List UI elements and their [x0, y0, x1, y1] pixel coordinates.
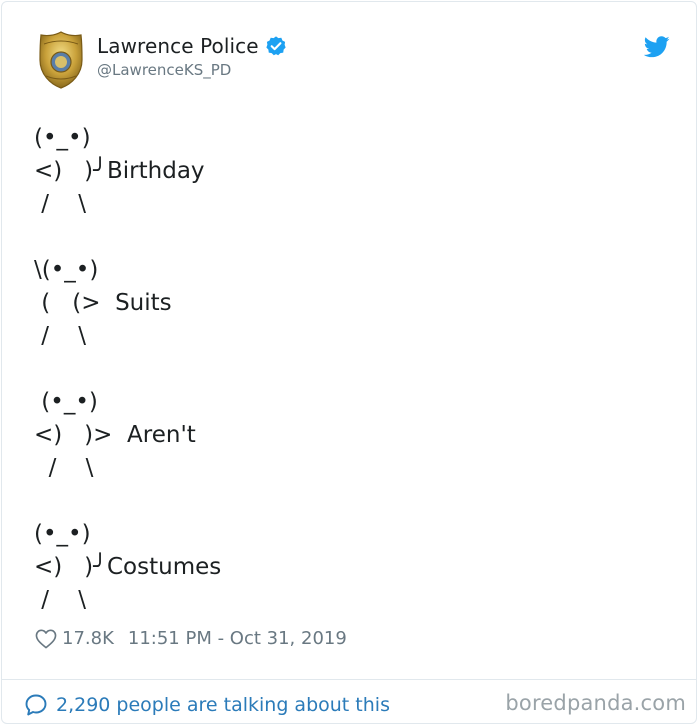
display-name[interactable]: Lawrence Police [97, 34, 259, 58]
speech-bubble-icon [25, 694, 47, 716]
tweet-timestamp[interactable]: 11:51 PM - Oct 31, 2019 [128, 628, 347, 649]
twitter-bird-icon[interactable] [644, 36, 670, 58]
divider [2, 679, 696, 680]
like-count[interactable]: 17.8K [62, 628, 114, 649]
heart-icon[interactable] [35, 629, 57, 649]
conversation-link[interactable]: 2,290 people are talking about this [24, 693, 390, 717]
verified-icon [266, 36, 286, 56]
police-badge-avatar[interactable] [38, 30, 84, 90]
tweet-text: (•_•) <) )╯Birthday / \ \(•_•) ( (> Suit… [34, 125, 222, 613]
tweet-card: Lawrence Police @LawrenceKS_PD (•_•) <) … [1, 1, 697, 724]
account-handle[interactable]: @LawrenceKS_PD [97, 61, 231, 79]
conversation-text[interactable]: 2,290 people are talking about this [56, 694, 390, 716]
tweet-meta: 17.8K 11:51 PM - Oct 31, 2019 [35, 628, 347, 649]
name-row: Lawrence Police [97, 34, 287, 58]
watermark: boredpanda.com [505, 691, 686, 715]
